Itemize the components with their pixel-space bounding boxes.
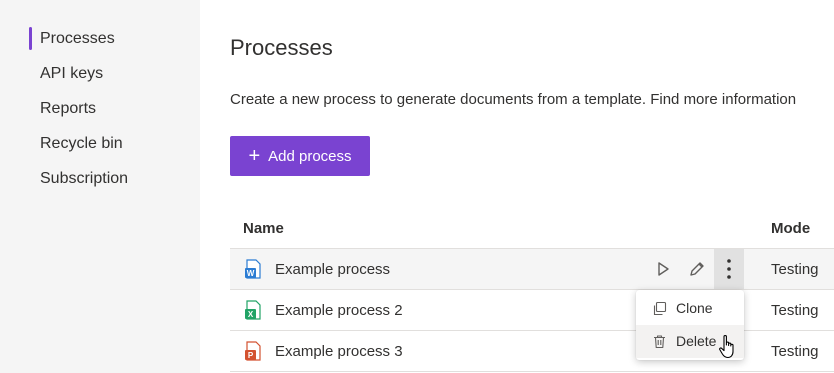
process-mode: Testing	[771, 302, 819, 319]
sidebar-item-processes[interactable]: Processes	[40, 28, 115, 50]
play-icon[interactable]	[652, 258, 674, 280]
process-mode: Testing	[771, 261, 819, 278]
page-description: Create a new process to generate documen…	[230, 91, 797, 108]
page-title: Processes	[230, 35, 333, 60]
more-vertical-icon	[727, 259, 731, 279]
svg-text:P: P	[248, 351, 254, 360]
process-name[interactable]: Example process 2	[275, 301, 403, 321]
process-name[interactable]: Example process	[275, 260, 390, 280]
sidebar: Processes API keys Reports Recycle bin S…	[0, 0, 200, 373]
svg-text:W: W	[247, 269, 255, 278]
active-nav-indicator	[29, 27, 32, 50]
table-row[interactable]: W Example process Testing	[230, 249, 834, 290]
sidebar-item-subscription[interactable]: Subscription	[40, 168, 128, 190]
clone-label: Clone	[676, 300, 713, 316]
powerpoint-file-icon: P	[245, 341, 261, 361]
svg-text:X: X	[248, 310, 254, 319]
sidebar-item-reports[interactable]: Reports	[40, 98, 96, 120]
word-file-icon: W	[245, 259, 261, 279]
add-process-button[interactable]: + Add process	[230, 136, 370, 176]
column-header-name[interactable]: Name	[243, 219, 284, 239]
edit-pencil-icon[interactable]	[686, 258, 708, 280]
trash-icon	[654, 335, 665, 349]
process-name[interactable]: Example process 3	[275, 342, 403, 362]
clone-menu-item[interactable]: Clone	[636, 292, 744, 325]
add-process-label: Add process	[268, 147, 352, 165]
sidebar-item-recycle-bin[interactable]: Recycle bin	[40, 133, 123, 155]
plus-icon: +	[248, 145, 261, 167]
delete-label: Delete	[676, 333, 717, 349]
process-mode: Testing	[771, 343, 819, 360]
column-header-mode[interactable]: Mode	[771, 219, 810, 239]
clone-icon	[653, 301, 667, 316]
excel-file-icon: X	[245, 300, 261, 320]
more-actions-button[interactable]	[714, 249, 744, 289]
sidebar-item-api-keys[interactable]: API keys	[40, 63, 103, 85]
delete-menu-item[interactable]: Delete	[636, 325, 744, 358]
row-context-menu: Clone Delete	[636, 290, 744, 360]
